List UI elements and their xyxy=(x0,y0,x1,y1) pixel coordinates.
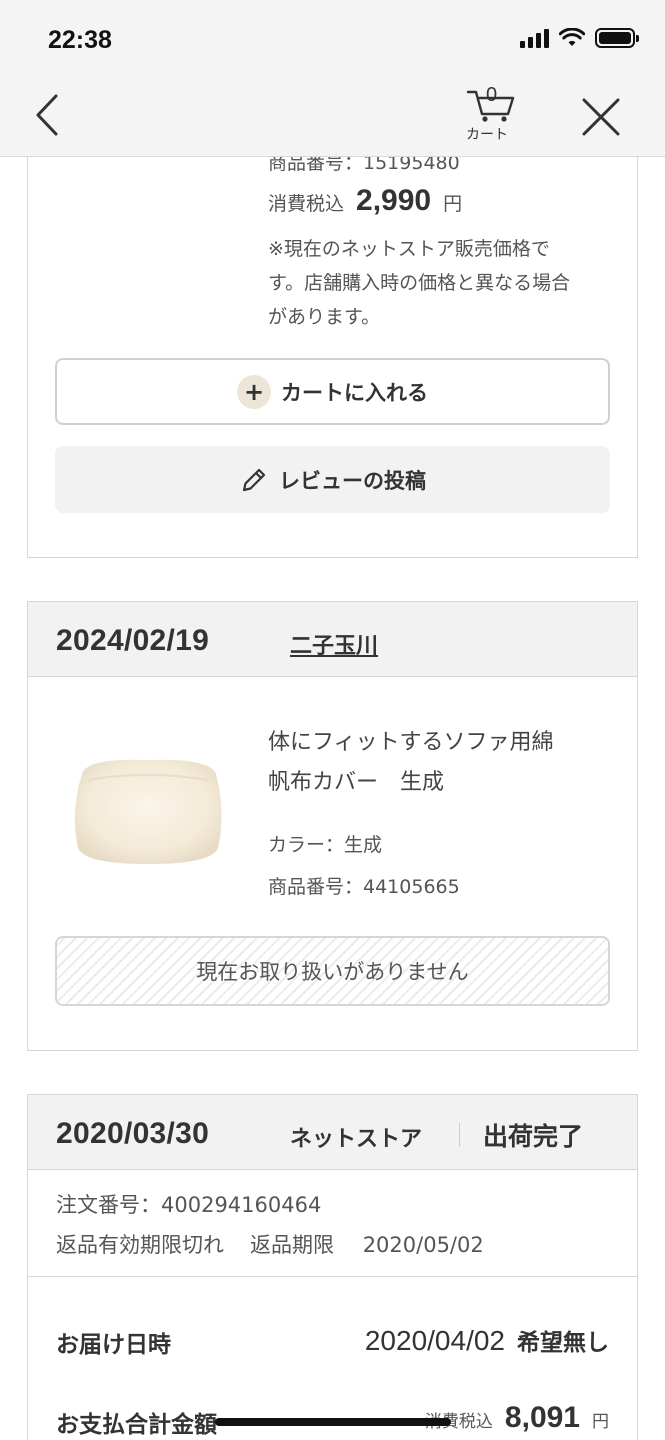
return-deadline-group: 返品期限 2020/05/02 xyxy=(250,1229,484,1259)
status-time: 22:38 xyxy=(48,26,112,54)
return-expired: 返品有効期限切れ xyxy=(56,1233,224,1257)
delivery-label: お届け日時 xyxy=(56,1332,171,1358)
total-unit: 円 xyxy=(592,1412,609,1432)
post-review-button[interactable]: レビューの投稿 xyxy=(55,446,610,513)
product-name-line-2: 帆布カバー 生成 xyxy=(268,770,445,795)
delivery-value: 2020/04/02 希望無し xyxy=(365,1323,609,1357)
return-deadline-label: 返品期限 xyxy=(250,1233,334,1257)
chevron-left-icon xyxy=(36,94,58,136)
signal-icon xyxy=(520,28,549,48)
plus-icon: + xyxy=(237,374,271,409)
product-color: カラー：生成 xyxy=(268,834,383,856)
product-name-line-1: 体にフィットするソファ用綿 xyxy=(268,730,554,755)
wifi-icon xyxy=(559,28,585,46)
price-note-line-2: す。店舗購入時の価格と異なる場合 xyxy=(268,272,571,294)
total-amount: 8,091 xyxy=(504,1401,580,1434)
order-status: 出荷完了 xyxy=(483,1122,584,1151)
product-image[interactable] xyxy=(68,752,228,872)
order-card: 2020/03/30 ネットストア 出荷完了 注文番号：400294160464… xyxy=(27,1094,638,1440)
card-header: 2020/03/30 ネットストア 出荷完了 xyxy=(28,1095,637,1170)
top-bar: 22:38 0 カート xyxy=(0,0,665,157)
purchase-date: 2024/02/19 xyxy=(56,624,210,657)
add-to-cart-label: カートに入れる xyxy=(281,380,428,405)
price-prefix: 消費税込 xyxy=(268,193,345,215)
product-number: 商品番号：44105665 xyxy=(268,876,460,898)
delivery-note: 希望無し xyxy=(517,1330,609,1356)
close-icon xyxy=(582,98,620,136)
cart-button[interactable]: 0 カート xyxy=(462,84,524,146)
price-note-line-3: があります。 xyxy=(268,306,381,328)
delivery-date: 2020/04/02 xyxy=(364,1325,505,1356)
close-button[interactable] xyxy=(580,96,622,138)
cart-label: カート xyxy=(466,127,508,143)
total-label: お支払合計金額 xyxy=(56,1412,217,1438)
order-date: 2020/03/30 xyxy=(56,1117,210,1150)
status-icons xyxy=(520,28,639,48)
order-number: 注文番号：400294160464 xyxy=(56,1193,322,1217)
purchase-card-2: 2024/02/19 二子玉川 体にフィットするソファ用綿 帆布カバー 生成 カ… xyxy=(27,601,638,1051)
pencil-icon xyxy=(242,468,266,491)
unavailable-label: 現在お取り扱いがありません xyxy=(196,960,469,984)
unavailable-button: 現在お取り扱いがありません xyxy=(55,936,610,1006)
back-button[interactable] xyxy=(28,92,68,138)
battery-icon xyxy=(595,28,639,48)
header-separator xyxy=(459,1123,460,1147)
price-note-line-1: ※現在のネットストア販売価格で xyxy=(268,238,550,260)
purchase-card-1: 商品番号：15195480 消費税込 2,990 円 ※現在のネットストア販売価… xyxy=(27,100,638,558)
add-to-cart-button[interactable]: + カートに入れる xyxy=(55,358,610,425)
return-info: 返品有効期限切れ 返品期限 2020/05/02 xyxy=(56,1229,484,1259)
cart-count-badge: 0 xyxy=(486,84,498,106)
divider xyxy=(28,1276,637,1277)
price-row: 消費税込 2,990 円 xyxy=(268,184,462,218)
post-review-label: レビューの投稿 xyxy=(279,468,426,493)
card-header: 2024/02/19 二子玉川 xyxy=(28,602,637,677)
order-channel: ネットストア xyxy=(290,1127,423,1152)
store-link[interactable]: 二子玉川 xyxy=(290,628,378,660)
return-deadline: 2020/05/02 xyxy=(362,1233,484,1257)
price-value: 2,990 xyxy=(356,184,432,217)
home-indicator[interactable] xyxy=(215,1418,451,1426)
price-unit: 円 xyxy=(443,193,463,215)
total-value: 消費税込 8,091 円 xyxy=(425,1401,609,1435)
